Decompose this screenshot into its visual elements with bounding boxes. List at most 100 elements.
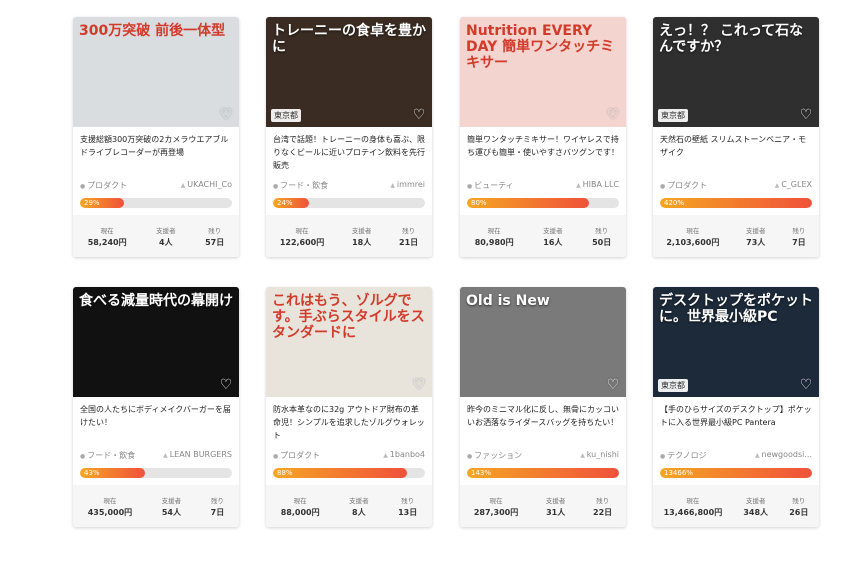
project-thumbnail[interactable]: トレーニーの食卓を豊かに 東京都 ♡ xyxy=(266,17,432,127)
stat-supporters-label: 支援者 xyxy=(745,226,766,235)
stat-supporters: 支援者 16人 xyxy=(543,225,563,248)
project-title[interactable]: 簡単ワンタッチミキサー！ワイヤレスで持ち運びも簡単・使いやすさバツグンです！ xyxy=(467,133,619,173)
stat-remaining: 残り 22日 xyxy=(593,495,612,518)
owner-name[interactable]: newgoodsi... xyxy=(755,450,813,462)
stat-current-value: 122,600円 xyxy=(279,237,325,247)
heart-icon[interactable]: ♡ xyxy=(799,378,813,392)
heart-icon[interactable]: ♡ xyxy=(606,378,620,392)
project-stats: 現在 2,103,600円 支援者 73人 残り 7日 xyxy=(653,215,819,257)
stat-remaining-value: 7日 xyxy=(792,237,806,247)
owner-name[interactable]: immrei xyxy=(390,180,425,192)
thumbnail-caption: 300万突破 前後一体型 xyxy=(79,23,226,39)
owner-name[interactable]: C_GLEX xyxy=(775,180,812,192)
stat-current: 現在 58,240円 xyxy=(88,225,127,248)
progress-percent: 43% xyxy=(84,469,100,477)
project-card[interactable]: Nutrition EVERY DAY 簡単ワンタッチミキサー ♡ 簡単ワンタッ… xyxy=(460,17,626,257)
project-meta: ファッション ku_nishi xyxy=(467,450,619,462)
heart-icon[interactable]: ♡ xyxy=(412,108,426,122)
progress-percent: 143% xyxy=(471,469,492,477)
stat-remaining: 残り 57日 xyxy=(205,225,224,248)
progress-bar: 143% xyxy=(467,468,619,478)
stat-supporters-label: 支援者 xyxy=(745,496,766,505)
stat-current-value: 58,240円 xyxy=(87,237,127,247)
location-badge: 東京都 xyxy=(271,109,301,122)
owner-name[interactable]: 1banbo4 xyxy=(383,450,425,462)
project-card[interactable]: えっ！？ これって石なんですか？ 東京都 ♡ 天然石の壁紙 スリムストーンベニア… xyxy=(653,17,819,257)
project-thumbnail[interactable]: デスクトップをポケットに。世界最小級PC 東京都 ♡ xyxy=(653,287,819,397)
stat-remaining-value: 57日 xyxy=(205,237,225,247)
category-label[interactable]: ファッション xyxy=(467,450,522,462)
stat-supporters-label: 支援者 xyxy=(545,496,566,505)
category-label[interactable]: プロダクト xyxy=(80,180,127,192)
project-card[interactable]: これはもう、ゾルグです。手ぶらスタイルをスタンダードに ♡ 防水本革なのに32g… xyxy=(266,287,432,527)
project-card[interactable]: デスクトップをポケットに。世界最小級PC 東京都 ♡ 【手のひらサイズのデスクト… xyxy=(653,287,819,527)
category-label[interactable]: テクノロジ xyxy=(660,450,707,462)
project-meta: ビューティ HIBA LLC xyxy=(467,180,619,192)
project-thumbnail[interactable]: これはもう、ゾルグです。手ぶらスタイルをスタンダードに ♡ xyxy=(266,287,432,397)
stat-remaining-label: 残り xyxy=(595,226,609,235)
stat-supporters: 支援者 348人 xyxy=(743,495,768,518)
stat-remaining-label: 残り xyxy=(401,496,415,505)
category-label[interactable]: フード・飲食 xyxy=(273,180,328,192)
project-title[interactable]: 台湾で話題！トレーニーの身体も喜ぶ、限りなくビールに近いプロテイン飲料を先行販売 xyxy=(273,133,425,173)
progress-percent: 24% xyxy=(277,199,293,207)
project-card[interactable]: 食べる減量時代の幕開け ♡ 全国の人たちにボディメイクバーガーを届けたい！ フー… xyxy=(73,287,239,527)
stat-supporters: 支援者 31人 xyxy=(546,495,566,518)
progress-bar: 80% xyxy=(467,198,619,208)
owner-name[interactable]: ku_nishi xyxy=(580,450,619,462)
category-label[interactable]: プロダクト xyxy=(660,180,707,192)
project-title[interactable]: 全国の人たちにボディメイクバーガーを届けたい！ xyxy=(80,403,232,443)
project-thumbnail[interactable]: 食べる減量時代の幕開け ♡ xyxy=(73,287,239,397)
stat-remaining-value: 21日 xyxy=(399,237,419,247)
project-thumbnail[interactable]: 300万突破 前後一体型 ♡ xyxy=(73,17,239,127)
heart-icon[interactable]: ♡ xyxy=(799,108,813,122)
project-thumbnail[interactable]: Old is New ♡ xyxy=(460,287,626,397)
stat-remaining: 残り 26日 xyxy=(789,495,808,518)
owner-name[interactable]: UKACHI_Co xyxy=(181,180,232,192)
stat-current: 現在 13,466,800円 xyxy=(664,495,723,518)
owner-name[interactable]: LEAN BURGERS xyxy=(163,450,232,462)
owner-name[interactable]: HIBA LLC xyxy=(576,180,619,192)
stat-current-label: 現在 xyxy=(487,226,501,235)
stat-remaining-label: 残り xyxy=(210,496,224,505)
stat-current-label: 現在 xyxy=(103,496,117,505)
stat-current-label: 現在 xyxy=(293,496,307,505)
project-title[interactable]: 昨今のミニマル化に反し、無骨にカッコいいお洒落なライダースバッグを持ちたい！ xyxy=(467,403,619,443)
heart-icon[interactable]: ♡ xyxy=(219,108,233,122)
project-thumbnail[interactable]: えっ！？ これって石なんですか？ 東京都 ♡ xyxy=(653,17,819,127)
thumbnail-caption: 食べる減量時代の幕開け xyxy=(79,293,233,309)
project-thumbnail[interactable]: Nutrition EVERY DAY 簡単ワンタッチミキサー ♡ xyxy=(460,17,626,127)
stat-supporters-label: 支援者 xyxy=(351,226,372,235)
project-title[interactable]: 支援総額300万突破の2カメラウエアブルドライブレコーダーが再登場 xyxy=(80,133,232,173)
stat-remaining-value: 26日 xyxy=(789,507,809,517)
progress-bar: 43% xyxy=(80,468,232,478)
stat-current-label: 現在 xyxy=(686,226,700,235)
progress-bar: 420% xyxy=(660,198,812,208)
project-stats: 現在 435,000円 支援者 54人 残り 7日 xyxy=(73,485,239,527)
project-stats: 現在 58,240円 支援者 4人 残り 57日 xyxy=(73,215,239,257)
category-label[interactable]: ビューティ xyxy=(467,180,514,192)
project-title[interactable]: 天然石の壁紙 スリムストーンベニア・モザイク xyxy=(660,133,812,173)
project-title[interactable]: 防水本革なのに32g アウトドア財布の革命児！シンプルを追求したゾルグウォレット xyxy=(273,403,425,443)
stat-current: 現在 88,000円 xyxy=(281,495,320,518)
project-card[interactable]: Old is New ♡ 昨今のミニマル化に反し、無骨にカッコいいお洒落なライダ… xyxy=(460,287,626,527)
stat-remaining-label: 残り xyxy=(596,496,610,505)
heart-icon[interactable]: ♡ xyxy=(412,378,426,392)
stat-remaining: 残り 7日 xyxy=(792,225,806,248)
stat-supporters: 支援者 18人 xyxy=(352,225,372,248)
project-card[interactable]: トレーニーの食卓を豊かに 東京都 ♡ 台湾で話題！トレーニーの身体も喜ぶ、限りな… xyxy=(266,17,432,257)
heart-icon[interactable]: ♡ xyxy=(219,378,233,392)
stat-supporters: 支援者 73人 xyxy=(746,225,766,248)
category-label[interactable]: フード・飲食 xyxy=(80,450,135,462)
project-card[interactable]: 300万突破 前後一体型 ♡ 支援総額300万突破の2カメラウエアブルドライブレ… xyxy=(73,17,239,257)
project-meta: プロダクト C_GLEX xyxy=(660,180,812,192)
stat-supporters-value: 31人 xyxy=(546,507,566,517)
stat-supporters-value: 16人 xyxy=(543,237,563,247)
category-label[interactable]: プロダクト xyxy=(273,450,320,462)
heart-icon[interactable]: ♡ xyxy=(606,108,620,122)
progress-bar: 88% xyxy=(273,468,425,478)
stat-current-value: 287,300円 xyxy=(473,507,519,517)
location-badge: 東京都 xyxy=(658,109,688,122)
stat-current: 現在 2,103,600円 xyxy=(666,225,719,248)
project-title[interactable]: 【手のひらサイズのデスクトップ】ポケットに入る世界最小級PC Pantera xyxy=(660,403,812,443)
